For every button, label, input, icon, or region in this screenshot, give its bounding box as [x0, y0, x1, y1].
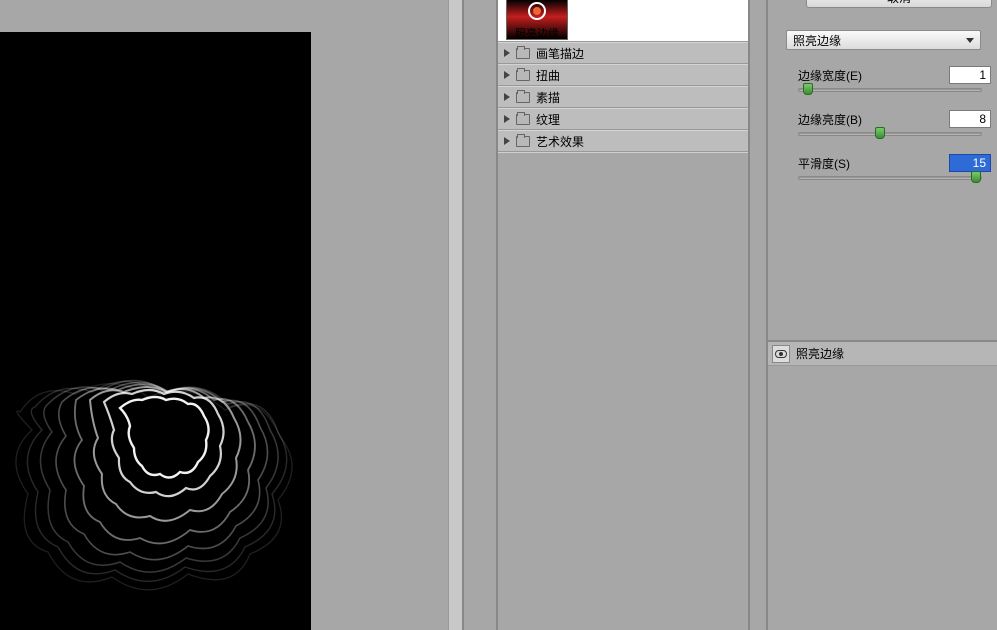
- filter-select-dropdown[interactable]: 照亮边缘: [786, 30, 981, 50]
- edge-brightness-input[interactable]: [949, 110, 991, 128]
- category-artistic[interactable]: 艺术效果: [498, 130, 748, 152]
- folder-icon: [516, 92, 530, 103]
- slider-thumb[interactable]: [971, 171, 981, 183]
- edge-brightness-slider[interactable]: [798, 132, 982, 136]
- expand-icon: [504, 137, 510, 145]
- slider-thumb[interactable]: [803, 83, 813, 95]
- category-label: 扭曲: [536, 67, 560, 84]
- preview-panel: [0, 0, 464, 630]
- thumb-graphic: [525, 0, 549, 23]
- expand-icon: [504, 49, 510, 57]
- param-label: 边缘宽度(E): [798, 67, 862, 84]
- edge-width-slider[interactable]: [798, 88, 982, 92]
- thumbnail-area: 照亮边缘: [498, 0, 748, 42]
- param-edge-width: 边缘宽度(E): [798, 64, 991, 86]
- edge-width-input[interactable]: [949, 66, 991, 84]
- folder-icon: [516, 114, 530, 125]
- expand-icon: [504, 93, 510, 101]
- slider-thumb[interactable]: [875, 127, 885, 139]
- settings-panel: 取消 照亮边缘 边缘宽度(E) 边缘亮度(B) 平滑度(S): [766, 0, 997, 630]
- effect-layer-panel: 照亮边缘: [768, 340, 997, 630]
- category-label: 艺术效果: [536, 133, 584, 150]
- filter-thumbnail-label: 照亮边缘: [506, 25, 568, 41]
- category-label: 纹理: [536, 111, 560, 128]
- filter-select-value: 照亮边缘: [793, 32, 841, 49]
- category-sketch[interactable]: 素描: [498, 86, 748, 108]
- folder-icon: [516, 136, 530, 147]
- folder-icon: [516, 48, 530, 59]
- param-label: 边缘亮度(B): [798, 111, 862, 128]
- gallery-empty-area: [498, 152, 748, 153]
- category-brush-strokes[interactable]: 画笔描边: [498, 42, 748, 64]
- effect-layer-label: 照亮边缘: [796, 345, 844, 362]
- preview-image: [0, 232, 311, 630]
- filter-gallery-panel: 照亮边缘 画笔描边 扭曲 素描 纹理 艺术效果: [466, 0, 766, 630]
- smoothness-slider[interactable]: [798, 176, 982, 180]
- effect-layer-row[interactable]: 照亮边缘: [768, 342, 997, 366]
- preview-canvas[interactable]: [0, 32, 311, 630]
- param-edge-brightness: 边缘亮度(B): [798, 108, 991, 130]
- eye-icon: [775, 350, 787, 358]
- visibility-toggle[interactable]: [772, 345, 790, 363]
- expand-icon: [504, 71, 510, 79]
- param-label: 平滑度(S): [798, 155, 850, 172]
- folder-icon: [516, 70, 530, 81]
- preview-scrollbar-vertical[interactable]: [448, 0, 462, 630]
- expand-icon: [504, 115, 510, 123]
- cancel-button-label: 取消: [887, 0, 911, 5]
- category-texture[interactable]: 纹理: [498, 108, 748, 130]
- category-label: 素描: [536, 89, 560, 106]
- category-distort[interactable]: 扭曲: [498, 64, 748, 86]
- category-label: 画笔描边: [536, 45, 584, 62]
- cancel-button[interactable]: 取消: [806, 0, 992, 8]
- chevron-down-icon: [966, 38, 974, 43]
- smoothness-input[interactable]: [949, 154, 991, 172]
- param-smoothness: 平滑度(S): [798, 152, 991, 174]
